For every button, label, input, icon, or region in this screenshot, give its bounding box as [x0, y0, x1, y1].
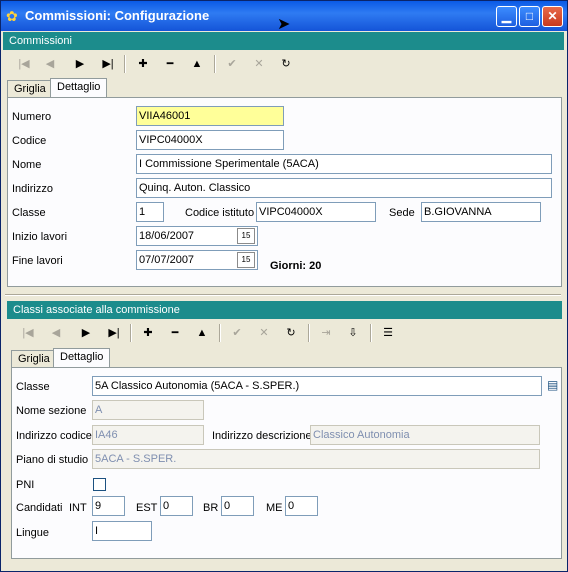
- indirizzo-codice-label: Indirizzo codice: [16, 430, 92, 442]
- prev-record-button[interactable]: ◀: [45, 323, 67, 343]
- minimize-button[interactable]: ▁: [496, 6, 517, 27]
- tab-griglia[interactable]: Griglia: [11, 350, 57, 367]
- next-record-button[interactable]: ▶: [69, 54, 91, 74]
- nome-field[interactable]: I Commissione Sperimentale (5ACA): [136, 154, 552, 174]
- int-label: INT: [69, 502, 87, 514]
- maximize-button[interactable]: □: [519, 6, 540, 27]
- nome-sezione-field[interactable]: A: [92, 400, 204, 420]
- piano-studio-field[interactable]: 5ACA - S.SPER.: [92, 449, 540, 469]
- indirizzo-codice-field[interactable]: IA46: [92, 425, 204, 445]
- confirm-button[interactable]: ✔: [226, 323, 248, 343]
- bottom-tabs: Griglia Dettaglio: [11, 348, 211, 368]
- lingue-field[interactable]: I: [92, 521, 152, 541]
- top-tabs: Griglia Dettaglio: [7, 78, 207, 98]
- giorni-value: Giorni: 20: [270, 260, 322, 272]
- cancel-edit-button[interactable]: ✕: [248, 54, 270, 74]
- tab-griglia[interactable]: Griglia: [7, 80, 53, 97]
- bottom-detail-panel: Classe 5A Classico Autonomia (5ACA - S.S…: [11, 367, 562, 559]
- classe-field[interactable]: 5A Classico Autonomia (5ACA - S.SPER.): [92, 376, 542, 396]
- title-bar[interactable]: ✿ Commissioni: Configurazione ➤ ▁ □ ✕: [1, 1, 567, 33]
- numero-field[interactable]: VIIA46001: [136, 106, 284, 126]
- top-detail-panel: Numero VIIA46001 Codice VIPC04000X Nome …: [7, 97, 562, 287]
- pni-checkbox[interactable]: [93, 478, 106, 491]
- delete-record-button[interactable]: ━: [164, 323, 186, 343]
- next-record-button[interactable]: ▶: [75, 323, 97, 343]
- me-field[interactable]: 0: [285, 496, 318, 516]
- codice-label: Codice: [12, 135, 47, 147]
- classe-field[interactable]: 1: [136, 202, 164, 222]
- first-record-button[interactable]: |◀: [17, 323, 39, 343]
- br-label: BR: [203, 502, 219, 514]
- confirm-button[interactable]: ✔: [221, 54, 243, 74]
- indirizzo-label: Indirizzo: [12, 183, 53, 195]
- pni-label: PNI: [16, 479, 35, 491]
- toolbar-separator: [370, 324, 372, 342]
- indirizzo-field[interactable]: Quinq. Auton. Classico: [136, 178, 552, 198]
- codice-istituto-label: Codice istituto: [185, 207, 255, 219]
- lookup-icon[interactable]: ▤: [547, 378, 558, 392]
- est-label: EST: [136, 502, 158, 514]
- last-record-button[interactable]: ▶|: [103, 323, 125, 343]
- commissioni-header: Commissioni: [3, 32, 564, 50]
- br-field[interactable]: 0: [221, 496, 254, 516]
- nome-sezione-label: Nome sezione: [16, 405, 87, 417]
- lingue-label: Lingue: [16, 527, 50, 539]
- tab-dettaglio[interactable]: Dettaglio: [50, 78, 108, 98]
- toolbar-separator: [219, 324, 221, 342]
- tab-dettaglio[interactable]: Dettaglio: [53, 348, 111, 368]
- mouse-cursor-icon: ➤: [277, 16, 291, 33]
- panel-splitter[interactable]: [5, 294, 561, 296]
- prev-record-button[interactable]: ◀: [39, 54, 61, 74]
- app-icon: ✿: [6, 8, 18, 24]
- last-record-button[interactable]: ▶|: [97, 54, 119, 74]
- calendar-icon[interactable]: 15: [237, 252, 255, 268]
- edit-record-button[interactable]: ▲: [191, 323, 213, 343]
- codice-field[interactable]: VIPC04000X: [136, 130, 284, 150]
- import-button[interactable]: ⇥: [315, 323, 337, 343]
- window-title: Commissioni: Configurazione: [25, 8, 210, 23]
- piano-studio-label: Piano di studio: [16, 454, 89, 466]
- int-field[interactable]: 9: [92, 496, 125, 516]
- add-record-button[interactable]: ✚: [132, 54, 154, 74]
- candidati-label: Candidati: [16, 502, 63, 514]
- close-button[interactable]: ✕: [542, 6, 563, 27]
- nome-label: Nome: [12, 159, 42, 171]
- classi-header: Classi associate alla commissione: [7, 301, 562, 319]
- inizio-lavori-label: Inizio lavori: [12, 231, 68, 243]
- toolbar-separator: [124, 55, 126, 73]
- indirizzo-descrizione-field[interactable]: Classico Autonomia: [310, 425, 540, 445]
- toolbar-separator: [130, 324, 132, 342]
- sede-label: Sede: [389, 207, 415, 219]
- me-label: ME: [266, 502, 283, 514]
- bottom-toolbar: |◀ ◀ ▶ ▶| ✚ ━ ▲ ✔ ✕ ↻ ⇥ ⇩ ☰: [13, 320, 405, 346]
- codice-istituto-field[interactable]: VIPC04000X: [256, 202, 376, 222]
- toolbar-separator: [308, 324, 310, 342]
- est-field[interactable]: 0: [160, 496, 193, 516]
- cancel-edit-button[interactable]: ✕: [253, 323, 275, 343]
- main-window: ✿ Commissioni: Configurazione ➤ ▁ □ ✕ Co…: [0, 0, 568, 572]
- calendar-icon[interactable]: 15: [237, 228, 255, 244]
- list-button[interactable]: ☰: [377, 323, 399, 343]
- delete-record-button[interactable]: ━: [159, 54, 181, 74]
- first-record-button[interactable]: |◀: [13, 54, 35, 74]
- fine-lavori-label: Fine lavori: [12, 255, 63, 267]
- classe-label: Classe: [16, 381, 50, 393]
- classe-label: Classe: [12, 207, 46, 219]
- refresh-button[interactable]: ↻: [280, 323, 302, 343]
- indirizzo-descrizione-label: Indirizzo descrizione: [212, 430, 312, 442]
- sort-button[interactable]: ⇩: [342, 323, 364, 343]
- top-toolbar: |◀ ◀ ▶ ▶| ✚ ━ ▲ ✔ ✕ ↻: [9, 51, 303, 77]
- add-record-button[interactable]: ✚: [137, 323, 159, 343]
- edit-record-button[interactable]: ▲: [186, 54, 208, 74]
- numero-label: Numero: [12, 111, 52, 123]
- sede-field[interactable]: B.GIOVANNA: [421, 202, 541, 222]
- toolbar-separator: [214, 55, 216, 73]
- refresh-button[interactable]: ↻: [275, 54, 297, 74]
